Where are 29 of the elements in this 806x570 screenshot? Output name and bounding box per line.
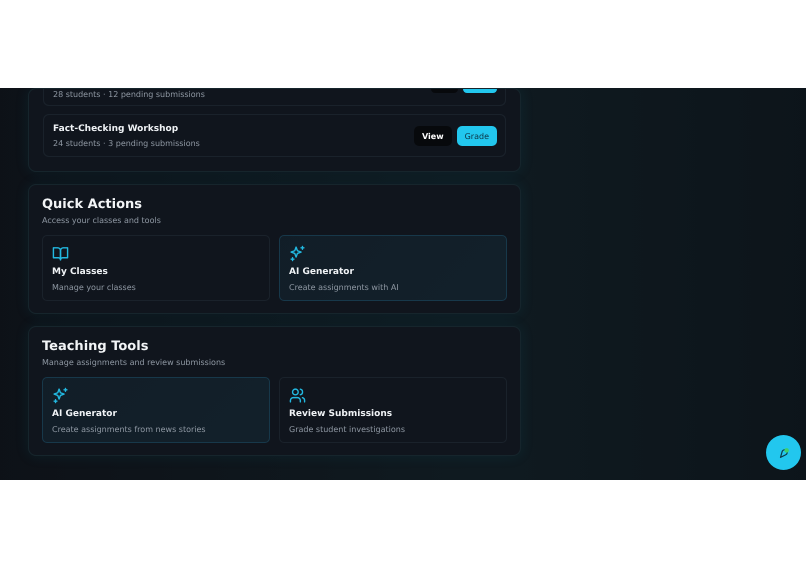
class-card[interactable]: Fact-Checking Workshop 24 students · 3 pending submissions View Grade xyxy=(43,114,506,157)
card-description: Create assignments with AI xyxy=(289,283,400,292)
floating-action-button[interactable] xyxy=(766,435,801,470)
users-icon xyxy=(289,387,306,404)
view-button[interactable]: View xyxy=(414,126,452,146)
card-description: Manage your classes xyxy=(52,283,137,292)
action-card[interactable]: Review Submissions Grade student investigations xyxy=(279,377,507,443)
grade-button[interactable] xyxy=(463,89,497,93)
action-card[interactable]: AI Generator Create assignments from news stories xyxy=(42,377,270,443)
card-description: Create assignments from news stories xyxy=(52,425,207,434)
section-subtitle: Access your classes and tools xyxy=(42,216,162,225)
sparkles-icon xyxy=(52,387,69,404)
card-title: AI Generator xyxy=(289,267,355,277)
class-card[interactable]: 28 students · 12 pending submissions xyxy=(43,89,506,106)
section-subtitle: Manage assignments and review submissions xyxy=(42,358,226,367)
card-title: Review Submissions xyxy=(289,409,394,419)
action-card[interactable]: My Classes Manage your classes xyxy=(42,235,270,301)
section-title: Teaching Tools xyxy=(42,339,150,354)
grade-button[interactable]: Grade xyxy=(456,126,497,146)
class-meta: 28 students · 12 pending submissions xyxy=(53,89,205,100)
book-icon xyxy=(52,245,69,262)
card-title: My Classes xyxy=(52,267,109,277)
section-title: Quick Actions xyxy=(42,197,144,212)
class-meta: 24 students · 3 pending submissions xyxy=(53,139,200,148)
class-title: Fact-Checking Workshop xyxy=(53,124,180,134)
card-description: Grade student investigations xyxy=(289,425,406,434)
sparkles-icon xyxy=(289,245,306,262)
card-title: AI Generator xyxy=(52,409,118,419)
action-card[interactable]: AI Generator Create assignments with AI xyxy=(279,235,507,301)
